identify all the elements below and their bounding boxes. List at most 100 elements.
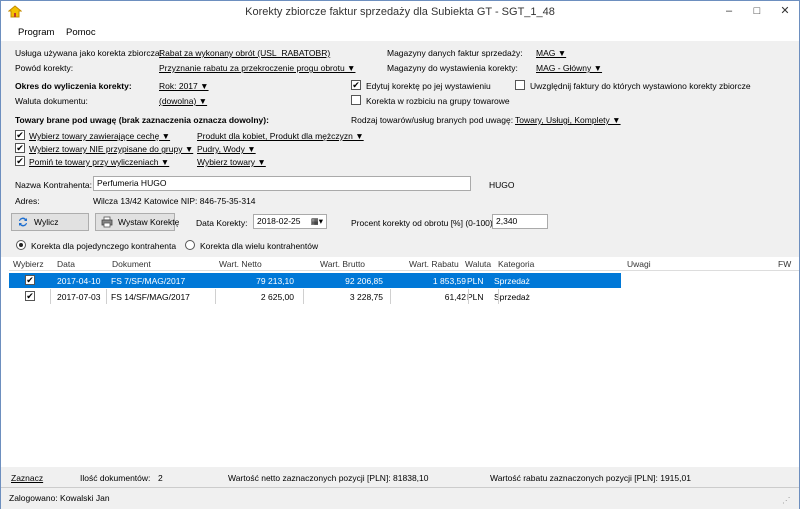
magazyny-danych-label: Magazyny danych faktur sprzedaży: [387,48,523,58]
zaznacz-link[interactable]: Zaznacz [11,473,43,483]
row-waluta: PLN [467,276,484,286]
col-brutto[interactable]: Wart. Brutto [320,259,365,269]
window-title: Korekty zbiorcze faktur sprzedaży dla Su… [245,6,555,18]
summary-footer: Zaznacz Ilość dokumentów: 2 Wartość nett… [1,467,799,487]
powod-label: Powód korekty: [15,63,74,73]
data-korekty-value: 2018-02-25 [257,216,301,226]
grid-divider [50,289,51,304]
radio-single-contractor[interactable] [16,240,26,250]
radio-single-label: Korekta dla pojedynczego kontrahenta [31,241,177,251]
col-rabat[interactable]: Wart. Rabatu [409,259,459,269]
row-data: 2017-07-03 [57,292,101,302]
filter-grupa-checkbox[interactable]: ✔ [15,143,25,153]
table-row[interactable]: ✔ 2017-07-03 FS 14/SF/MAG/2017 2 625,00 … [9,289,621,304]
table-row[interactable]: ✔ 2017-04-10 FS 7/SF/MAG/2017 79 213,10 … [8,272,622,289]
waluta-dropdown[interactable]: (dowolna) ▼ [159,96,207,106]
documents-grid[interactable]: Wybierz Data Dokument Wart. Netto Wart. … [8,257,799,467]
main-window: Korekty zbiorcze faktur sprzedaży dla Su… [0,0,800,509]
data-korekty-label: Data Korekty: [196,218,248,228]
grid-divider [498,289,499,304]
adres-label: Adres: [15,196,40,206]
filter-pomin-checkbox[interactable]: ✔ [15,156,25,166]
grid-divider [390,289,391,304]
grid-divider [106,289,107,304]
rozbicie-checkbox[interactable] [351,95,361,105]
close-button[interactable]: ✕ [771,1,799,21]
row-netto: 2 625,00 [260,292,294,302]
procent-label: Procent korekty od obrotu [%] (0-100): [351,218,496,228]
magazyny-wyst-label: Magazyny do wystawienia korekty: [387,63,518,73]
row-rabat: 1 853,59 [432,276,466,286]
settings-panel: Usługa używana jako korekta zbiorcza: Ra… [1,41,799,257]
netto-sum: Wartość netto zaznaczonych pozycji [PLN]… [228,473,429,483]
row-waluta: PLN [467,292,484,302]
filter-pomin-dropdown[interactable]: Pomiń te towary przy wyliczeniach ▼ [29,157,169,167]
filter-cecha-checkbox[interactable]: ✔ [15,130,25,140]
col-uwagi[interactable]: Uwagi [627,259,651,269]
grid-header: Wybierz Data Dokument Wart. Netto Wart. … [9,257,799,271]
refresh-icon [17,216,29,228]
maximize-button[interactable]: □ [743,1,771,21]
filter-grupa-value[interactable]: Pudry, Wody ▼ [197,144,256,154]
wystaw-korekte-button[interactable]: Wystaw Korektę [95,213,179,231]
col-netto[interactable]: Wart. Netto [219,259,262,269]
magazyny-danych-dropdown[interactable]: MAG ▼ [536,48,566,58]
col-kategoria[interactable]: Kategoria [498,259,534,269]
uwzglednij-checkbox[interactable] [515,80,525,90]
uwzglednij-label: Uwzględnij faktury do których wystawiono… [530,81,751,91]
ilosc-value: 2 [158,473,163,483]
waluta-label: Waluta dokumentu: [15,96,88,106]
radio-multi-contractor[interactable] [185,240,195,250]
towary-header: Towary brane pod uwagę (brak zaznaczenia… [15,115,269,125]
row-brutto: 92 206,85 [345,276,383,286]
filter-cecha-value[interactable]: Produkt dla kobiet, Produkt dla mężczyzn… [197,131,364,141]
logged-user: Zalogowano: Kowalski Jan [9,493,110,503]
procent-input[interactable]: 2,340 [492,214,548,229]
adres-value: Wilcza 13/42 Katowice NIP: 846-75-35-314 [93,196,256,206]
wylicz-label: Wylicz [34,217,59,227]
row-checkbox[interactable]: ✔ [25,275,35,285]
col-data[interactable]: Data [57,259,75,269]
filter-cecha-dropdown[interactable]: Wybierz towary zawierające cechę ▼ [29,131,170,141]
row-netto: 79 213,10 [256,276,294,286]
rodzaj-dropdown[interactable]: Towary, Usługi, Komplety ▼ [515,115,621,125]
grid-divider [303,289,304,304]
row-checkbox[interactable]: ✔ [25,291,35,301]
title-bar[interactable]: Korekty zbiorcze faktur sprzedaży dla Su… [1,1,799,23]
menu-bar: Program Pomoc [1,23,799,41]
usluga-label: Usługa używana jako korekta zbiorcza: [15,48,162,58]
filter-pomin-value[interactable]: Wybierz towary ▼ [197,157,266,167]
kontrahent-label: Nazwa Kontrahenta: [15,180,93,190]
edytuj-checkbox[interactable]: ✔ [351,80,361,90]
row-rabat: 61,42 [444,292,466,302]
rabat-sum: Wartość rabatu zaznaczonych pozycji [PLN… [490,473,691,483]
printer-icon [101,216,113,228]
filter-grupa-dropdown[interactable]: Wybierz towary NIE przypisane do grupy ▼ [29,144,193,154]
okres-dropdown[interactable]: Rok: 2017 ▼ [159,81,209,91]
row-kategoria: Sprzedaż [494,276,530,286]
resize-grip-icon[interactable]: ⋰ [782,495,791,506]
minimize-button[interactable]: – [715,1,743,21]
col-dokument[interactable]: Dokument [112,259,151,269]
kontrahent-code: HUGO [489,180,515,190]
rozbicie-label: Korekta w rozbiciu na grupy towarowe [366,96,510,106]
menu-program[interactable]: Program [18,27,54,38]
powod-dropdown[interactable]: Przyznanie rabatu za przekroczenie progu… [159,63,355,73]
row-dokument: FS 14/SF/MAG/2017 [111,292,190,302]
grid-divider [468,289,469,304]
col-waluta[interactable]: Waluta [465,259,491,269]
kontrahent-input[interactable]: Perfumeria HUGO [93,176,471,191]
grid-divider [215,289,216,304]
usluga-dropdown[interactable]: Rabat za wykonany obrót (USL_RABATOBR) [159,48,330,58]
okres-label: Okres do wyliczenia korekty: [15,81,132,91]
col-fw[interactable]: FW [778,259,791,269]
status-bar: Zalogowano: Kowalski Jan ⋰ [1,487,799,509]
menu-pomoc[interactable]: Pomoc [66,27,96,38]
calendar-icon[interactable]: ▦▾ [311,216,323,227]
magazyny-wyst-dropdown[interactable]: MAG - Główny ▼ [536,63,602,73]
ilosc-label: Ilość dokumentów: [80,473,151,483]
wylicz-button[interactable]: Wylicz [11,213,89,231]
row-brutto: 3 228,75 [349,292,383,302]
col-wybierz[interactable]: Wybierz [13,259,44,269]
data-korekty-input[interactable]: 2018-02-25 ▦▾ [253,214,327,229]
